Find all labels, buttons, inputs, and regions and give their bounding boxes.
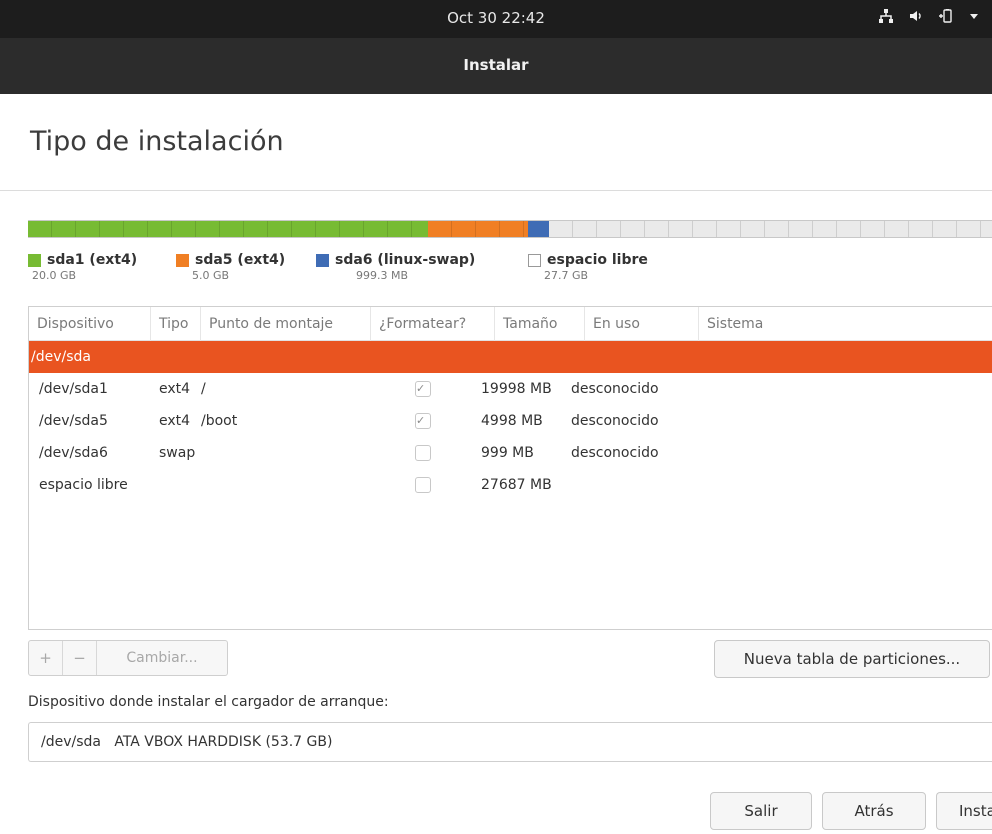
window-title-bar: Instalar xyxy=(0,38,992,94)
add-partition-button[interactable]: + xyxy=(29,641,63,675)
check-icon: ✓ xyxy=(416,414,426,427)
legend-size: 20.0 GB xyxy=(32,269,77,282)
page-title: Tipo de instalación xyxy=(30,126,284,157)
remove-partition-button[interactable]: − xyxy=(63,641,97,675)
table-header: Dispositivo Tipo Punto de montaje ¿Forma… xyxy=(29,306,992,341)
battery-icon[interactable] xyxy=(938,8,954,30)
quit-button[interactable]: Salir xyxy=(710,792,812,830)
legend-label: sda5 (ext4) xyxy=(195,252,286,268)
column-header-punto-montaje[interactable]: Punto de montaje xyxy=(201,306,371,341)
legend-size: 5.0 GB xyxy=(192,269,230,282)
column-header-en-uso[interactable]: En uso xyxy=(585,306,699,341)
column-header-tamano[interactable]: Tamaño xyxy=(495,306,585,341)
partition-table[interactable]: Dispositivo Tipo Punto de montaje ¿Forma… xyxy=(28,306,992,630)
format-checkbox[interactable]: ✓ xyxy=(415,381,431,397)
table-row[interactable]: /dev/sda1 ext4 / ✓ 19998 MB desconocido xyxy=(29,373,992,405)
legend-label: espacio libre xyxy=(547,252,648,268)
column-header-dispositivo[interactable]: Dispositivo xyxy=(29,306,151,341)
network-icon[interactable] xyxy=(878,8,894,30)
cell-device: /dev/sda5 xyxy=(39,413,108,429)
bootloader-device-value: /dev/sda ATA VBOX HARDDISK (53.7 GB) xyxy=(41,734,333,750)
table-row[interactable]: /dev/sda6 swap 999 MB desconocido xyxy=(29,437,992,469)
cell-size: 27687 MB xyxy=(481,477,552,493)
legend-item-sda5: sda5 (ext4) 5.0 GB xyxy=(176,252,300,282)
legend-swatch-free xyxy=(528,253,541,267)
table-row-selected[interactable]: /dev/sda xyxy=(29,341,992,373)
column-header-sistema[interactable]: Sistema xyxy=(699,307,992,341)
bootloader-label: Dispositivo donde instalar el cargador d… xyxy=(28,694,389,710)
cell-type: swap xyxy=(159,445,196,461)
cell-type: ext4 xyxy=(159,381,191,397)
format-checkbox[interactable] xyxy=(415,445,431,461)
column-header-tipo[interactable]: Tipo xyxy=(151,306,201,341)
legend-swatch-sda6 xyxy=(316,253,329,267)
change-partition-button[interactable]: Cambiar... xyxy=(97,641,227,675)
partition-legend: sda1 (ext4) 20.0 GB sda5 (ext4) 5.0 GB s… xyxy=(28,252,648,282)
table-row[interactable]: /dev/sda5 ext4 /boot ✓ 4998 MB desconoci… xyxy=(29,405,992,437)
partition-segment-sda1 xyxy=(28,221,429,237)
divider xyxy=(0,190,992,191)
install-now-button[interactable]: Instalar ahora xyxy=(936,792,992,830)
cell-type: ext4 xyxy=(159,413,191,429)
legend-label: sda1 (ext4) xyxy=(47,252,138,268)
legend-item-free: espacio libre 27.7 GB xyxy=(528,252,648,282)
system-top-bar: Oct 30 22:42 xyxy=(0,0,992,38)
cell-used: desconocido xyxy=(571,381,659,397)
legend-label: sda6 (linux-swap) xyxy=(335,252,476,268)
bootloader-device-select[interactable]: /dev/sda ATA VBOX HARDDISK (53.7 GB) xyxy=(28,722,992,762)
back-button[interactable]: Atrás xyxy=(822,792,926,830)
partition-segment-sda5 xyxy=(428,221,529,237)
system-tray[interactable] xyxy=(878,8,980,30)
legend-swatch-sda1 xyxy=(28,253,41,267)
cell-size: 19998 MB xyxy=(481,381,552,397)
partition-segment-sda6 xyxy=(528,221,549,237)
cell-mount: /boot xyxy=(201,413,238,429)
cell-device: espacio libre xyxy=(39,477,128,493)
partition-usage-bar xyxy=(28,220,992,238)
cell-size: 4998 MB xyxy=(481,413,543,429)
column-header-formatear[interactable]: ¿Formatear? xyxy=(371,306,495,341)
install-now-label: Instalar ahora xyxy=(959,802,992,820)
cell-device: /dev/sda6 xyxy=(39,445,108,461)
legend-size: 27.7 GB xyxy=(544,269,589,282)
legend-size: 999.3 MB xyxy=(356,269,409,282)
new-partition-table-button[interactable]: Nueva tabla de particiones... xyxy=(714,640,990,678)
partition-toolbar: + − Cambiar... xyxy=(28,640,228,676)
partition-segment-free xyxy=(548,221,992,237)
cell-used: desconocido xyxy=(571,413,659,429)
format-checkbox[interactable]: ✓ xyxy=(415,413,431,429)
legend-swatch-sda5 xyxy=(176,253,189,267)
menu-caret-icon[interactable] xyxy=(968,8,980,30)
cell-size: 999 MB xyxy=(481,445,534,461)
window-title: Instalar xyxy=(463,56,529,74)
cell-device: /dev/sda1 xyxy=(39,381,108,397)
legend-item-sda6: sda6 (linux-swap) 999.3 MB xyxy=(316,252,512,282)
clock[interactable]: Oct 30 22:42 xyxy=(0,9,992,27)
cell-mount: / xyxy=(201,381,206,397)
cell-used: desconocido xyxy=(571,445,659,461)
volume-icon[interactable] xyxy=(908,8,924,30)
legend-item-sda1: sda1 (ext4) 20.0 GB xyxy=(28,252,160,282)
format-checkbox[interactable] xyxy=(415,477,431,493)
table-row[interactable]: espacio libre 27687 MB xyxy=(29,469,992,501)
check-icon: ✓ xyxy=(416,382,426,395)
